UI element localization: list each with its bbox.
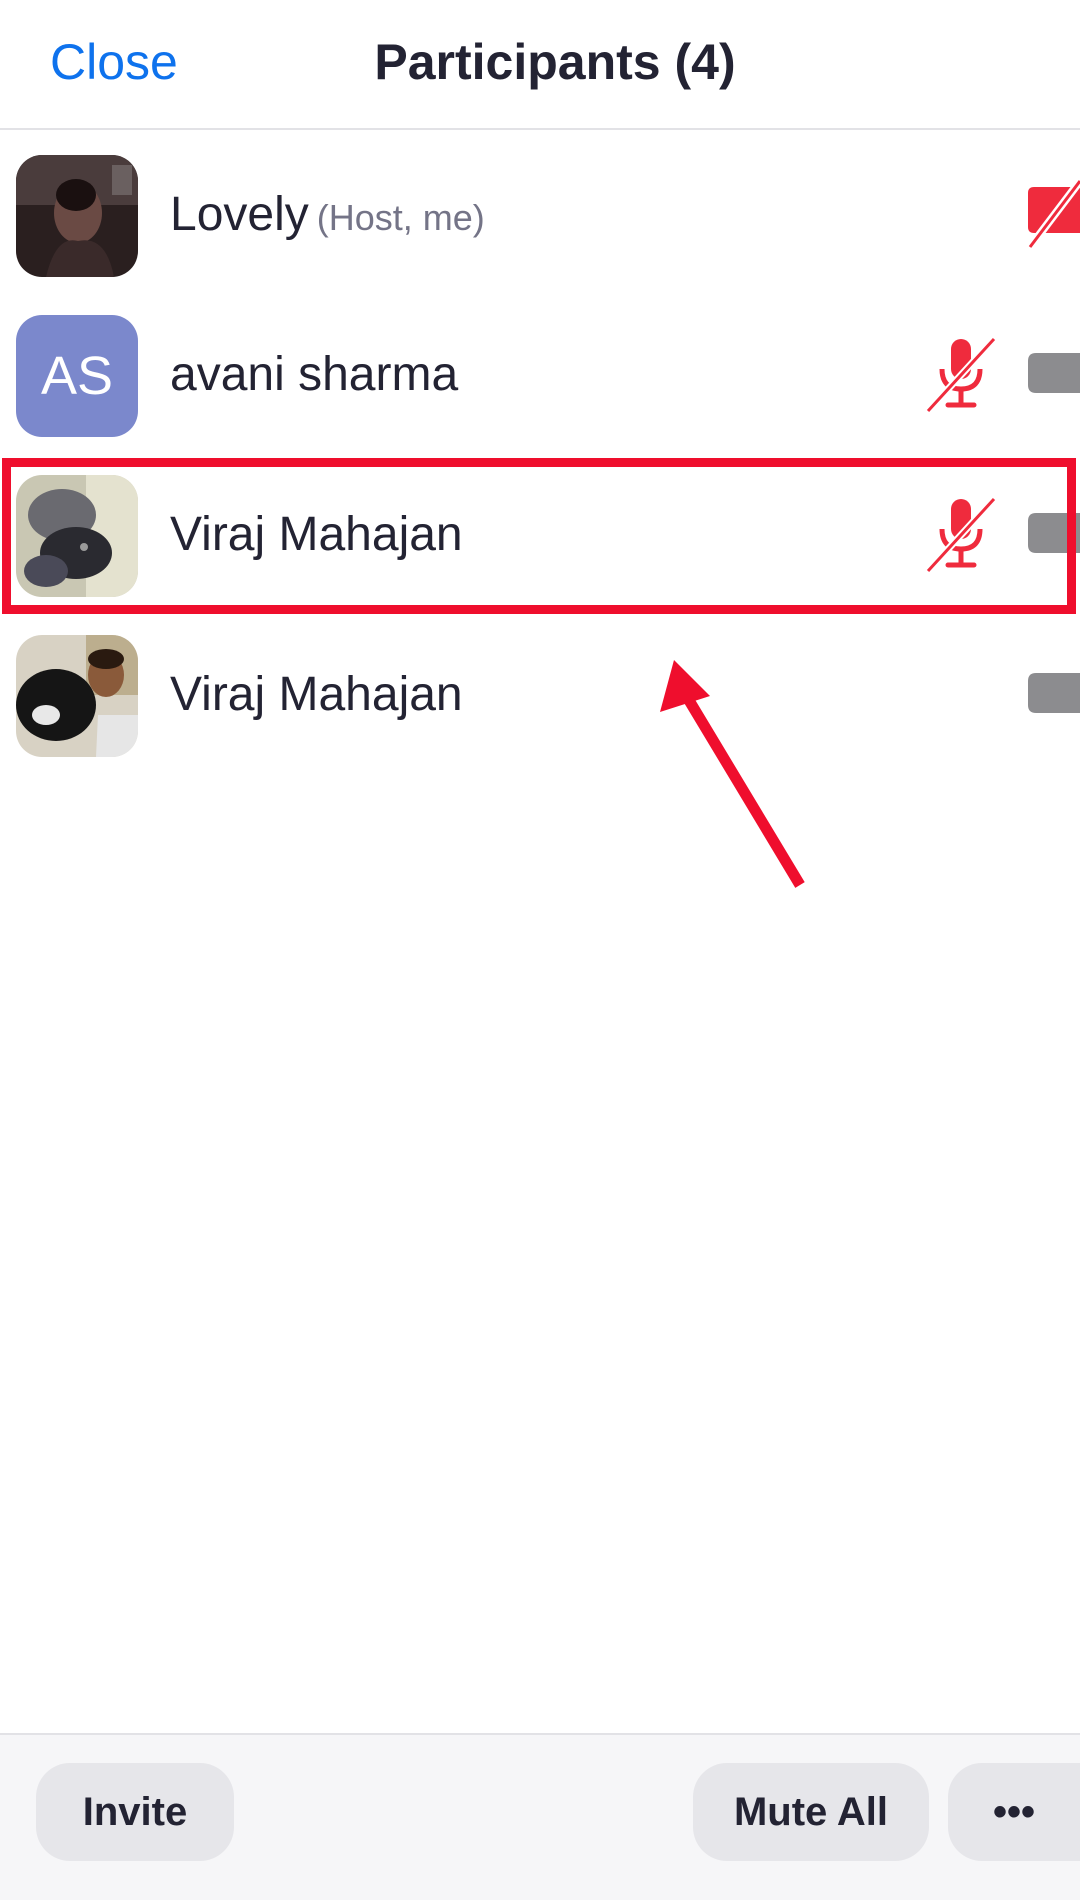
participant-row-viraj-2[interactable]: Viraj Mahajan — [0, 615, 1080, 775]
avatar: AS — [16, 315, 138, 437]
video-off-icon[interactable] — [1024, 503, 1080, 569]
video-off-icon[interactable] — [1024, 663, 1080, 729]
header: Close Participants (4) — [0, 0, 1080, 130]
participant-row-viraj-1[interactable]: Viraj Mahajan — [0, 455, 1080, 615]
participant-name-text: Lovely — [170, 188, 309, 241]
muted-mic-icon[interactable] — [924, 495, 1000, 575]
participant-name: Viraj Mahajan — [170, 668, 463, 721]
invite-button[interactable]: Invite — [36, 1763, 234, 1861]
mute-all-button[interactable]: Mute All — [693, 1763, 929, 1861]
more-button[interactable]: ••• — [948, 1763, 1080, 1861]
avatar-initials: AS — [40, 346, 114, 406]
participant-row-lovely[interactable]: Lovely (Host, me) — [0, 135, 1080, 295]
video-off-icon[interactable] — [1024, 171, 1080, 251]
video-off-icon[interactable] — [1024, 343, 1080, 409]
muted-mic-icon[interactable] — [924, 335, 1000, 415]
participant-row-avani[interactable]: AS avani sharma — [0, 295, 1080, 455]
participant-name: Viraj Mahajan — [170, 508, 463, 561]
participant-name: avani sharma — [170, 348, 459, 401]
more-ellipsis-icon: ••• — [992, 1789, 1035, 1834]
participant-name: Lovely (Host, me) — [170, 185, 485, 248]
avatar — [16, 635, 138, 757]
avatar — [16, 155, 138, 277]
page-title: Participants (4) — [374, 34, 736, 90]
footer-toolbar: Invite Mute All ••• — [0, 1733, 1080, 1900]
avatar — [16, 475, 138, 597]
participant-role: (Host, me) — [316, 197, 485, 238]
